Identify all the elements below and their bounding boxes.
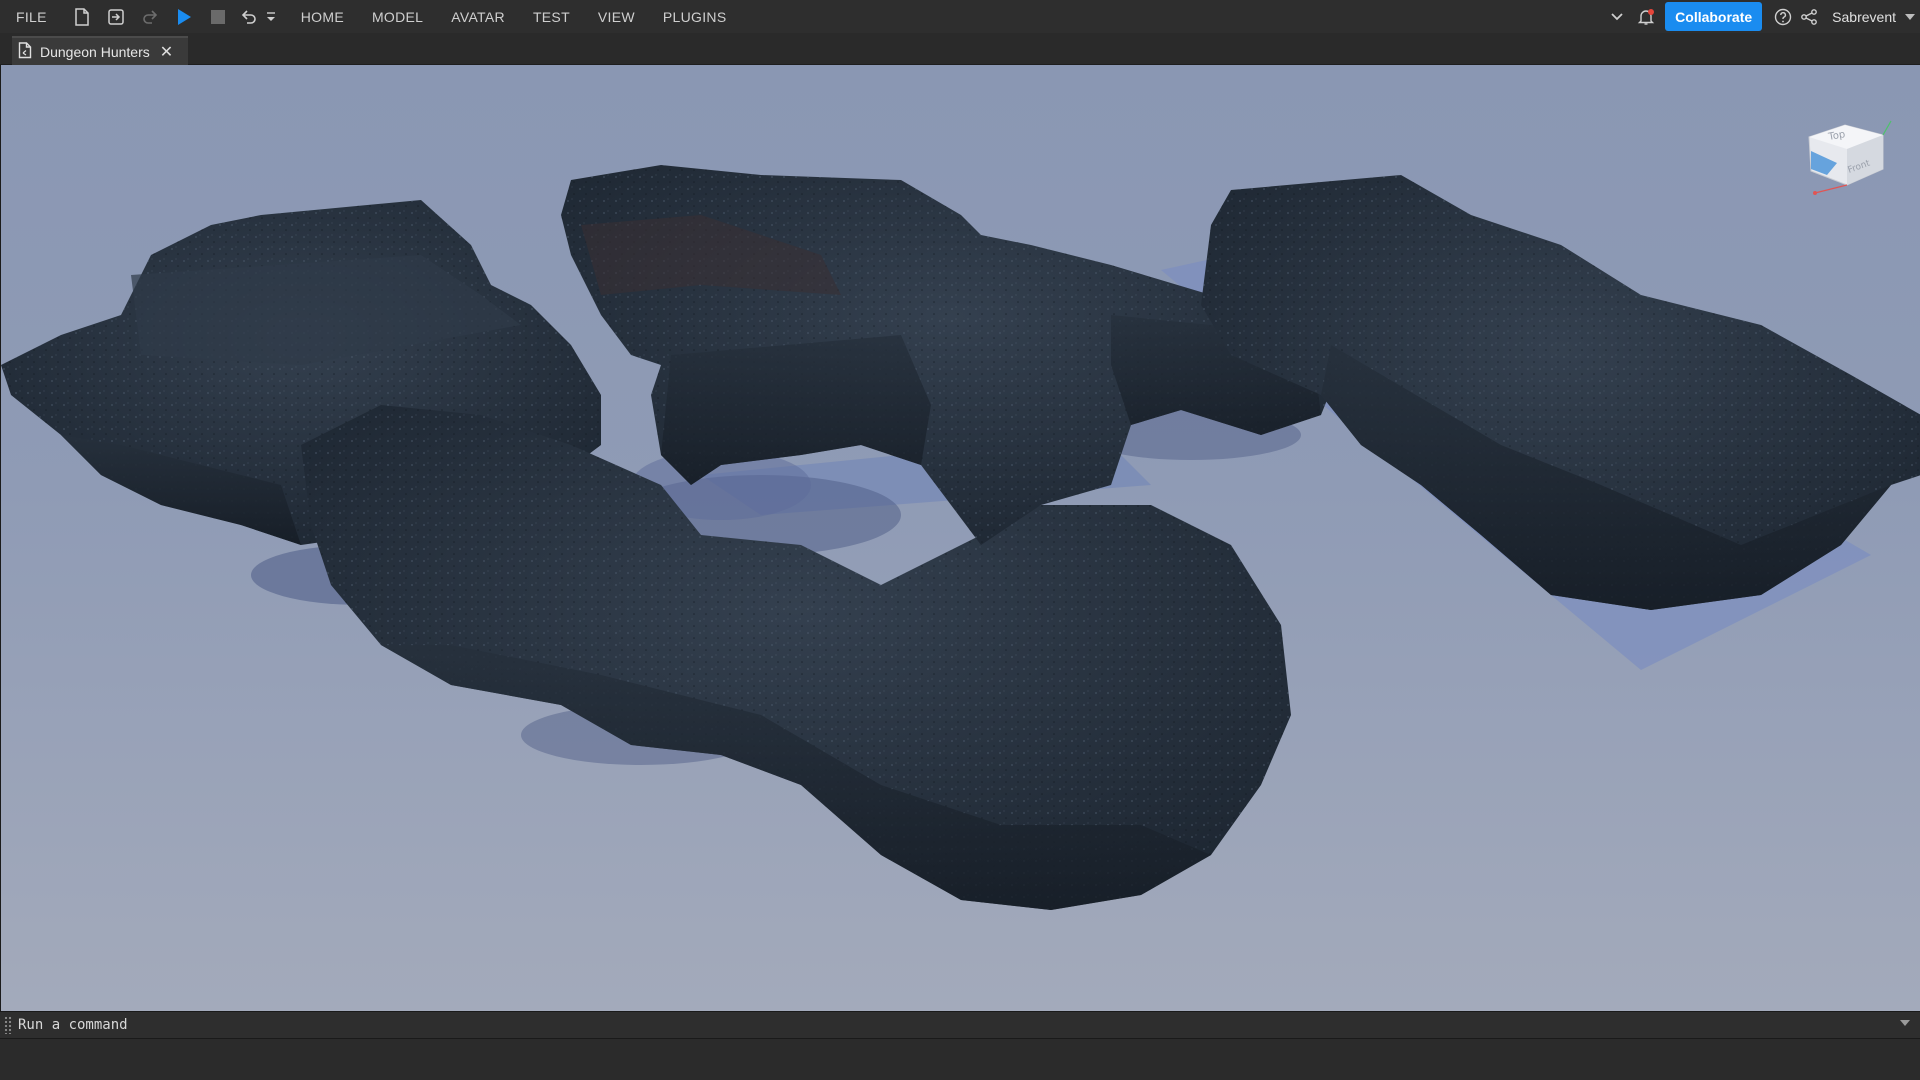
user-chevron-icon[interactable]: [1900, 0, 1920, 33]
tab-dungeon-hunters[interactable]: Dungeon Hunters ✕: [12, 36, 188, 65]
view-cube[interactable]: Top Front: [1797, 105, 1897, 205]
menu-view[interactable]: VIEW: [584, 0, 649, 33]
stop-icon[interactable]: [201, 0, 235, 33]
output-panel: [0, 1039, 1920, 1080]
menu-avatar[interactable]: AVATAR: [437, 0, 519, 33]
new-file-icon[interactable]: [65, 0, 99, 33]
undo-icon[interactable]: [235, 0, 263, 33]
document-icon: [18, 41, 32, 62]
play-icon[interactable]: [167, 0, 201, 33]
close-icon[interactable]: ✕: [160, 42, 173, 62]
menu-home[interactable]: HOME: [287, 0, 358, 33]
drag-handle-icon[interactable]: [4, 1016, 12, 1034]
menu-test[interactable]: TEST: [519, 0, 584, 33]
menu-plugins[interactable]: PLUGINS: [649, 0, 741, 33]
file-menu[interactable]: FILE: [0, 0, 65, 33]
menu-model[interactable]: MODEL: [358, 0, 437, 33]
scene-render: [1, 65, 1920, 1011]
3d-viewport[interactable]: Top Front: [0, 65, 1920, 1011]
main-menu-tabs: HOME MODEL AVATAR TEST VIEW PLUGINS: [287, 0, 741, 33]
tab-label: Dungeon Hunters: [40, 43, 150, 60]
collaborate-button[interactable]: Collaborate: [1665, 2, 1763, 31]
more-icon[interactable]: [263, 0, 279, 33]
right-toolbar: Collaborate Sabrevent: [1603, 0, 1920, 33]
command-bar: Run a command: [0, 1011, 1920, 1039]
redo-icon[interactable]: [133, 0, 167, 33]
menu-bar: FILE HOME MODEL AVATAR TEST VIEW PLUGINS…: [0, 0, 1920, 33]
publish-icon[interactable]: [99, 0, 133, 33]
command-input[interactable]: Run a command: [18, 1017, 128, 1033]
user-name[interactable]: Sabrevent: [1832, 9, 1896, 25]
command-history-dropdown-icon[interactable]: [1900, 1020, 1910, 1026]
notification-bell-icon[interactable]: [1631, 0, 1661, 33]
document-tab-bar: Dungeon Hunters ✕: [0, 33, 1920, 65]
dropdown-chevron-icon[interactable]: [1603, 0, 1631, 33]
help-icon[interactable]: [1770, 0, 1796, 33]
share-icon[interactable]: [1796, 0, 1822, 33]
